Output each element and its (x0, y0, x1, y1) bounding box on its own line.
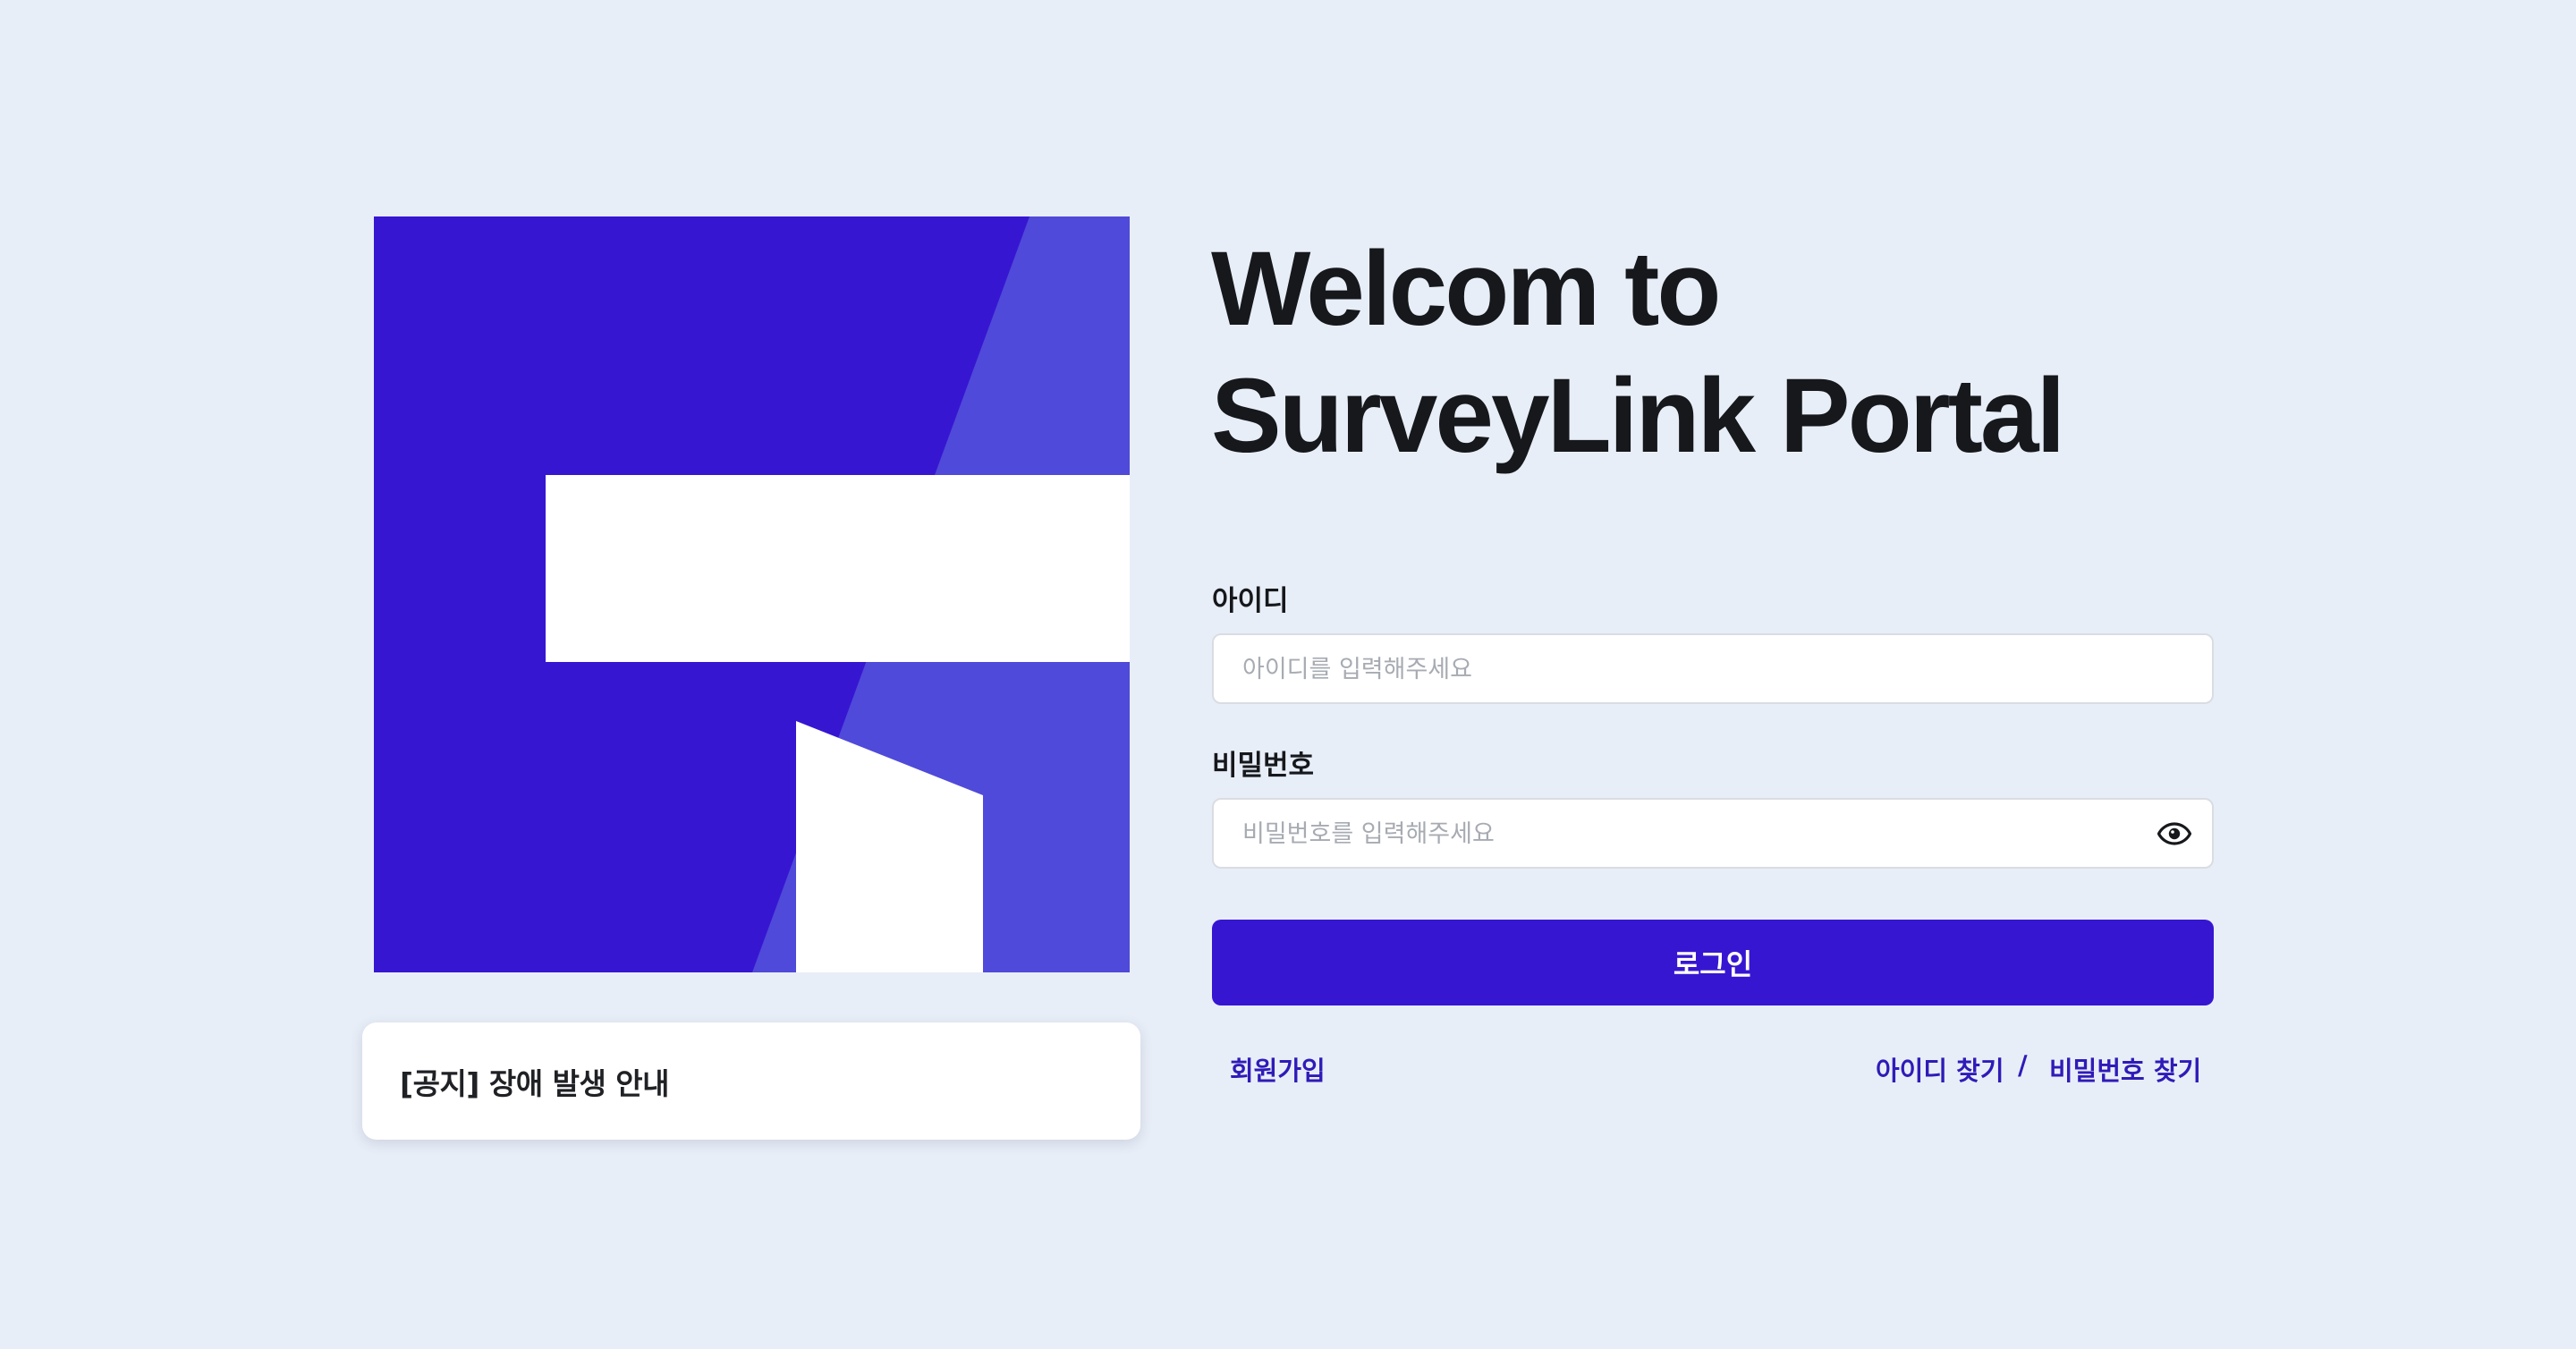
find-password-link[interactable]: 비밀번호 찾기 (2049, 1050, 2201, 1088)
page-title-line-2: SurveyLink Portal (1211, 357, 2065, 475)
login-page: [공지] 장애 발생 안내 Welcom to SurveyLink Porta… (0, 0, 2576, 1349)
password-input[interactable] (1241, 800, 2139, 869)
id-field-label: 아이디 (1212, 585, 1289, 617)
notice-card[interactable]: [공지] 장애 발생 안내 (362, 1022, 1140, 1140)
show-password-toggle[interactable] (2157, 816, 2192, 852)
notice-title: [공지] 장애 발생 안내 (400, 1065, 670, 1101)
login-button[interactable]: 로그인 (1212, 920, 2214, 1005)
password-field-container (1212, 798, 2214, 869)
page-title-line-1: Welcom to (1211, 230, 1721, 348)
brand-logo-graphic (374, 216, 1130, 972)
eye-icon (2157, 821, 2191, 845)
find-id-link[interactable]: 아이디 찾기 (1876, 1050, 2004, 1088)
brand-logo-illustration (374, 216, 1130, 972)
id-field-container (1212, 633, 2214, 704)
page-title: Welcom to SurveyLink Portal (1211, 225, 2065, 479)
link-separator: / (2018, 1050, 2028, 1081)
logo-horizontal-bar (546, 475, 1130, 662)
password-field-label: 비밀번호 (1212, 750, 1315, 782)
signup-link[interactable]: 회원가입 (1230, 1050, 1326, 1088)
id-input[interactable] (1241, 635, 2139, 704)
